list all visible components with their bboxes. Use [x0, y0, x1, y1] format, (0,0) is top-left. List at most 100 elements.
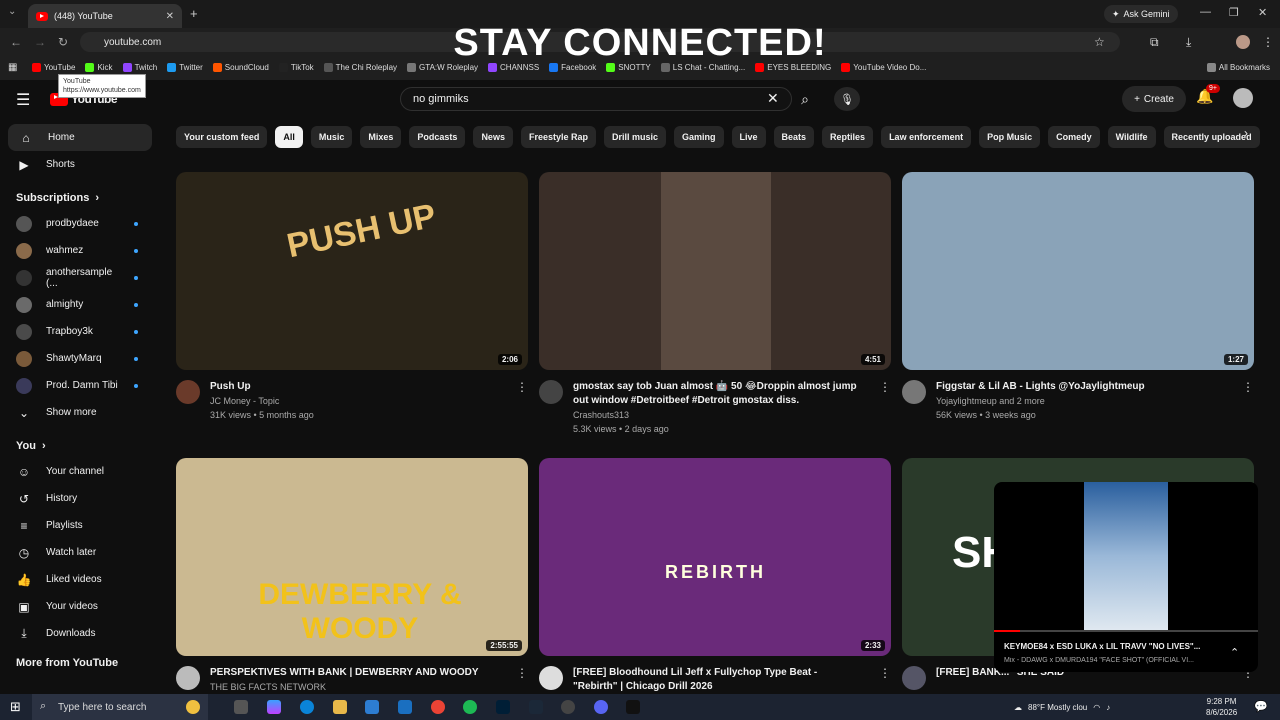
wifi-icon[interactable]: ◠	[1093, 703, 1100, 712]
all-bookmarks-button[interactable]: All Bookmarks	[1206, 62, 1270, 72]
sidebar-item-shorts[interactable]: ▶ Shorts	[0, 151, 160, 178]
clock[interactable]: 9:28 PM 8/6/2026	[1206, 696, 1237, 718]
weather-text[interactable]: 88°F Mostly clou	[1028, 703, 1087, 712]
sidebar-item-watch-later[interactable]: ◷ Watch later	[0, 539, 160, 566]
minimize-icon[interactable]: —	[1200, 6, 1211, 18]
video-title[interactable]: Push Up	[210, 380, 500, 394]
channel-name[interactable]: Crashouts313	[573, 408, 863, 422]
video-card[interactable]: 4:51 gmostax say tob Juan almost 🤖 50 😂Dr…	[539, 172, 891, 436]
windows-start-icon[interactable]: ⊞	[10, 699, 21, 715]
tab-youtube[interactable]: (448) YouTube ✕	[28, 4, 182, 28]
channel-avatar[interactable]	[176, 380, 200, 404]
video-title[interactable]: PERSPEKTIVES WITH BANK | DEWBERRY AND WO…	[210, 666, 500, 680]
microphone-icon[interactable]: 🎙	[834, 87, 860, 111]
more-options-icon[interactable]: ⋮	[516, 666, 528, 694]
video-title[interactable]: Figgstar & Lil AB - Lights @YoJaylightme…	[936, 380, 1226, 394]
video-card[interactable]: PUSH UP 2:06 Push Up JC Money - Topic 31K vi…	[176, 172, 528, 422]
bookmark-star-icon[interactable]: ☆	[1094, 35, 1105, 49]
subscription-item[interactable]: ShawtyMarq	[0, 345, 160, 372]
download-icon[interactable]: ⤓	[1186, 35, 1191, 50]
video-thumbnail[interactable]: REBIRTH 2:33	[539, 458, 891, 656]
sidebar-item-history[interactable]: ↺ History	[0, 485, 160, 512]
chip-law-enforcement[interactable]: Law enforcement	[881, 126, 972, 148]
discord-icon[interactable]	[594, 700, 608, 714]
subscription-item[interactable]: anothersample (...	[0, 264, 160, 291]
video-thumbnail[interactable]: DEWBERRY & WOODY 2:55:55	[176, 458, 528, 656]
video-thumbnail[interactable]: PUSH UP 2:06	[176, 172, 528, 370]
chip-mixes[interactable]: Mixes	[360, 126, 402, 148]
video-card[interactable]: REBIRTH 2:33 [FREE] Bloodhound Lil Jeff x …	[539, 458, 891, 694]
forward-icon[interactable]: →	[34, 35, 46, 49]
subscription-item[interactable]: almighty	[0, 291, 160, 318]
bookmark-item[interactable]: GTA:W Roleplay	[407, 62, 478, 72]
subscription-item[interactable]: prodbydaee	[0, 210, 160, 237]
search-icon[interactable]: ⌕	[792, 88, 818, 110]
miniplayer[interactable]: KEYMOE84 x ESD LUKA x LIL TRAVV "NO LIVE…	[994, 482, 1258, 672]
video-thumbnail[interactable]: 4:51	[539, 172, 891, 370]
new-tab-icon[interactable]: +	[190, 6, 198, 21]
video-thumbnail[interactable]: 1:27	[902, 172, 1254, 370]
address-bar[interactable]: youtube.com	[80, 32, 1120, 52]
bookmark-item[interactable]: EYES BLEEDING	[755, 62, 831, 72]
chip-drill-music[interactable]: Drill music	[603, 126, 666, 148]
bookmark-item[interactable]: SNOTTY	[606, 62, 651, 72]
close-tab-icon[interactable]: ✕	[166, 11, 174, 22]
chip-news[interactable]: News	[473, 126, 513, 148]
chip-reptiles[interactable]: Reptiles	[822, 126, 874, 148]
profile-avatar[interactable]	[1236, 35, 1250, 49]
channel-name[interactable]: THE BIG FACTS NETWORK	[210, 680, 500, 694]
channel-avatar[interactable]	[539, 666, 563, 690]
bookmark-item[interactable]: Twitter	[167, 62, 203, 72]
account-avatar[interactable]	[1233, 88, 1253, 108]
copilot-sparkle-icon[interactable]	[186, 700, 200, 714]
chip-pop-music[interactable]: Pop Music	[979, 126, 1041, 148]
channel-avatar[interactable]	[902, 666, 926, 690]
more-options-icon[interactable]: ⋮	[1242, 380, 1254, 422]
outlook-icon[interactable]	[398, 700, 412, 714]
chip-live[interactable]: Live	[731, 126, 766, 148]
bookmark-item[interactable]: The Chi Roleplay	[323, 62, 397, 72]
task-view-icon[interactable]	[234, 700, 248, 714]
edge-icon[interactable]	[300, 700, 314, 714]
bookmark-item[interactable]: SoundCloud	[212, 62, 269, 72]
create-button[interactable]: + Create	[1122, 86, 1186, 112]
sidebar-item-your-channel[interactable]: ☺ Your channel	[0, 458, 160, 485]
bookmark-item[interactable]: YouTube	[32, 62, 75, 72]
clear-search-icon[interactable]: ✕	[767, 90, 779, 107]
obs-icon[interactable]	[561, 700, 575, 714]
more-options-icon[interactable]: ⋮	[879, 380, 891, 436]
chip-music[interactable]: Music	[310, 126, 353, 148]
bookmark-item[interactable]: LS Chat - Chatting...	[660, 62, 745, 72]
subscription-item[interactable]: Trapboy3k	[0, 318, 160, 345]
bookmark-item[interactable]: Kick	[85, 62, 113, 72]
browser-menu-icon[interactable]: ⋮	[1262, 35, 1274, 49]
search-input[interactable]: no gimmiks	[400, 87, 792, 111]
chip-freestyle-rap[interactable]: Freestyle Rap	[520, 126, 596, 148]
store-icon[interactable]	[365, 700, 379, 714]
video-card[interactable]: 1:27 Figgstar & Lil AB - Lights @YoJaylig…	[902, 172, 1254, 422]
more-options-icon[interactable]: ⋮	[879, 666, 891, 694]
you-heading[interactable]: You ›	[0, 426, 160, 458]
video-card[interactable]: DEWBERRY & WOODY 2:55:55 PERSPEKTIVES WITH…	[176, 458, 528, 694]
miniplayer-video[interactable]	[1084, 482, 1168, 630]
photoshop-icon[interactable]	[496, 700, 510, 714]
subscriptions-heading[interactable]: Subscriptions ›	[0, 178, 160, 210]
video-title[interactable]: gmostax say tob Juan almost 🤖 50 😂Droppi…	[573, 380, 863, 408]
chip-beats[interactable]: Beats	[773, 126, 815, 148]
reload-icon[interactable]: ↻	[58, 35, 68, 49]
miniplayer-progress[interactable]	[994, 630, 1258, 632]
video-title[interactable]: [FREE] Bloodhound Lil Jeff x Fullychop T…	[573, 666, 863, 694]
show-more-button[interactable]: ⌄ Show more	[0, 399, 160, 426]
taskbar-search[interactable]: ⌕ Type here to search	[32, 694, 208, 720]
chrome-icon[interactable]	[431, 700, 445, 714]
subscription-item[interactable]: Prod. Damn Tibi	[0, 372, 160, 399]
ask-gemini-button[interactable]: ✦ Ask Gemini	[1104, 5, 1178, 23]
chip-podcasts[interactable]: Podcasts	[409, 126, 466, 148]
hamburger-menu-icon[interactable]: ☰	[16, 90, 30, 110]
volume-icon[interactable]: ♪	[1106, 703, 1110, 712]
extensions-icon[interactable]: ⧉	[1150, 35, 1159, 50]
back-icon[interactable]: ←	[10, 35, 22, 49]
channel-avatar[interactable]	[539, 380, 563, 404]
bookmark-item[interactable]: Facebook	[549, 62, 596, 72]
chip-wildlife[interactable]: Wildlife	[1107, 126, 1156, 148]
